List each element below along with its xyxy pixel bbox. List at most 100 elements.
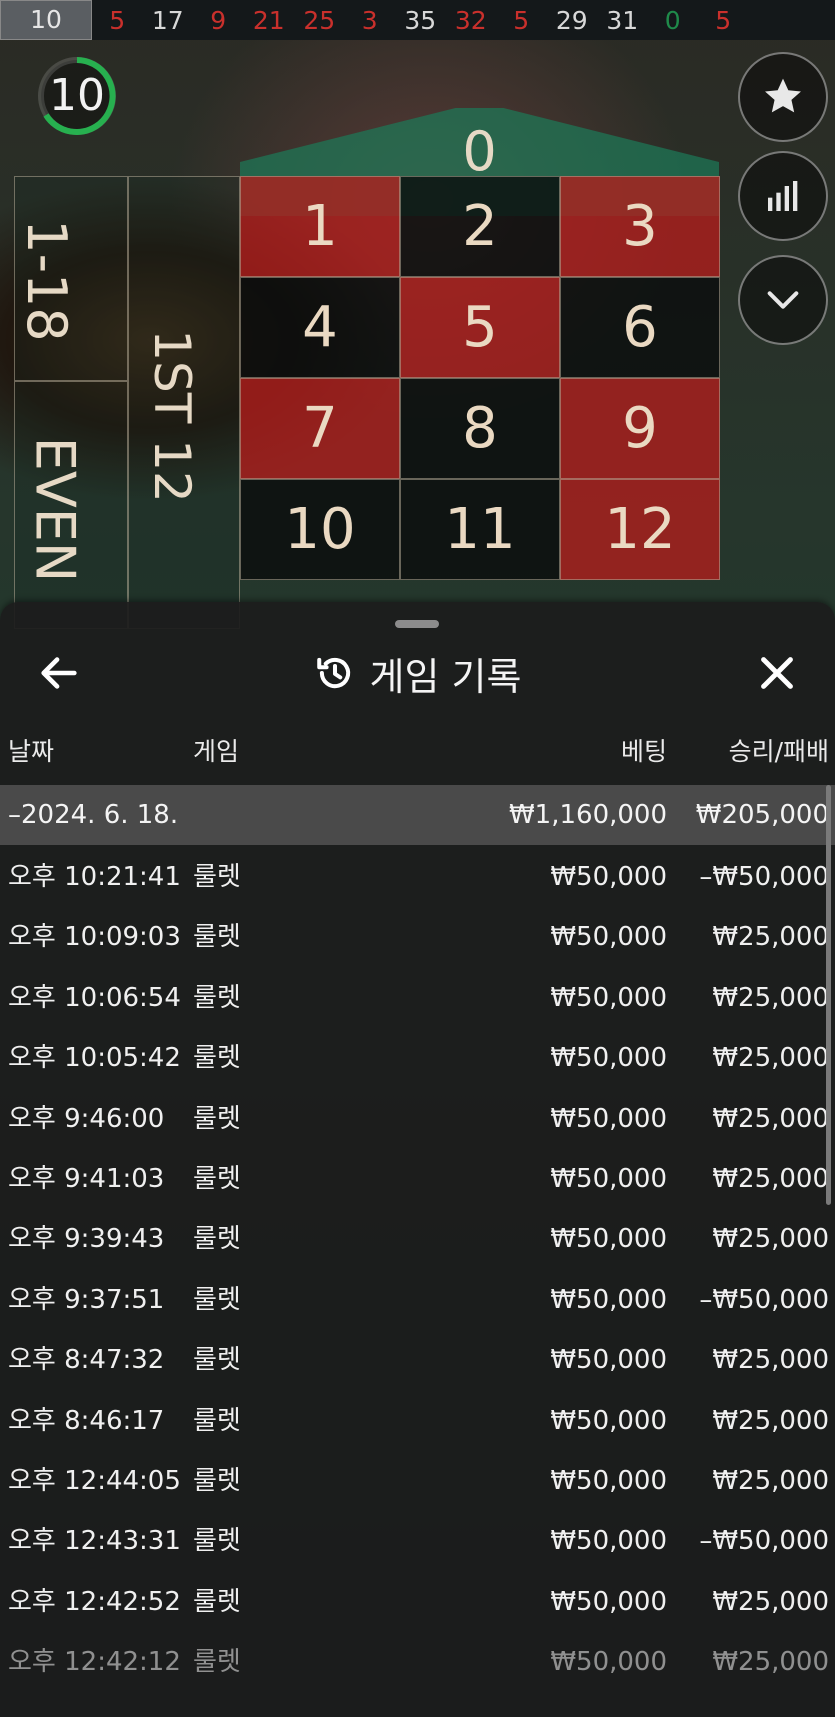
- recent-result: 25: [303, 5, 336, 35]
- row-time: 오후 10:21:41: [8, 862, 181, 892]
- row-bet: ₩50,000: [550, 1465, 667, 1496]
- history-row[interactable]: 오후 12:42:12 룰렛 ₩50,000 ₩25,000: [0, 1632, 835, 1692]
- row-result: –₩50,000: [699, 1526, 829, 1557]
- row-time: 오후 12:42:12: [8, 1647, 181, 1678]
- history-row[interactable]: 오후 12:44:05 룰렛 ₩50,000 ₩25,000: [0, 1451, 835, 1511]
- bet-spot-first-dozen-label: 1ST 12: [142, 329, 201, 503]
- recent-result: 17: [151, 5, 184, 35]
- close-button[interactable]: [754, 650, 800, 696]
- history-row[interactable]: 오후 10:09:03 룰렛 ₩50,000 ₩25,000: [0, 907, 835, 967]
- game-history-panel: 게임 기록 날짜 게임 베팅 승리/패배 –2024. 6. 18. ₩1,16…: [0, 602, 835, 1717]
- row-result: ₩25,000: [712, 922, 829, 953]
- recent-result: 32: [454, 5, 487, 35]
- collapse-button[interactable]: [738, 255, 828, 345]
- bet-spot-number[interactable]: 5: [400, 277, 560, 378]
- bet-spot-number[interactable]: 11: [400, 479, 560, 580]
- recent-result: 31: [606, 5, 639, 35]
- row-result: ₩25,000: [712, 1043, 829, 1074]
- history-row[interactable]: 오후 9:41:03 룰렛 ₩50,000 ₩25,000: [0, 1149, 835, 1209]
- history-row[interactable]: 오후 8:47:32 룰렛 ₩50,000 ₩25,000: [0, 1330, 835, 1390]
- row-result: ₩25,000: [712, 1163, 829, 1194]
- row-time: 오후 9:37:51: [8, 1284, 165, 1315]
- recent-results-bar: 10 5 17 9 21 25 3 35 32 5 29 31 0 5: [0, 0, 835, 40]
- table-header: 날짜 게임 베팅 승리/패배: [0, 732, 835, 772]
- bet-spot-number[interactable]: 2: [400, 176, 560, 277]
- recent-result: 5: [513, 5, 530, 35]
- bet-spot-first-dozen[interactable]: 1ST 12: [128, 176, 240, 629]
- recent-result: 29: [555, 5, 588, 35]
- row-bet: ₩50,000: [550, 1526, 667, 1557]
- bet-spot-even[interactable]: EVEN: [14, 381, 128, 629]
- history-row[interactable]: 오후 12:43:31 룰렛 ₩50,000 –₩50,000: [0, 1511, 835, 1571]
- timer-value: 10: [49, 70, 105, 121]
- recent-result: 9: [210, 5, 227, 35]
- date-group-result-total: ₩205,000: [695, 800, 829, 830]
- row-game: 룰렛: [193, 982, 241, 1013]
- column-game: 게임: [193, 737, 240, 766]
- history-row[interactable]: 오후 8:46:17 룰렛 ₩50,000 ₩25,000: [0, 1391, 835, 1451]
- bet-spot-number[interactable]: 8: [400, 378, 560, 479]
- row-bet: ₩50,000: [550, 862, 667, 892]
- history-row[interactable]: 오후 12:42:52 룰렛 ₩50,000 ₩25,000: [0, 1572, 835, 1632]
- row-game: 룰렛: [193, 1345, 241, 1376]
- bet-spot-number[interactable]: 7: [240, 378, 400, 479]
- row-game: 룰렛: [193, 1465, 241, 1496]
- bet-spot-number[interactable]: 6: [560, 277, 720, 378]
- history-row[interactable]: 오후 10:21:41 룰렛 ₩50,000 –₩50,000: [0, 847, 835, 907]
- recent-result: 35: [404, 5, 437, 35]
- row-result: ₩25,000: [712, 1103, 829, 1134]
- statistics-button[interactable]: [738, 151, 828, 241]
- row-game: 룰렛: [193, 922, 241, 953]
- bet-spot-number[interactable]: 12: [560, 479, 720, 580]
- row-result: ₩25,000: [712, 1586, 829, 1617]
- recent-result: 21: [252, 5, 285, 35]
- arrow-left-icon: [41, 657, 77, 689]
- row-time: 오후 10:09:03: [8, 922, 181, 953]
- row-time: 오후 10:05:42: [8, 1043, 181, 1074]
- row-bet: ₩50,000: [550, 1345, 667, 1376]
- row-bet: ₩50,000: [550, 1586, 667, 1617]
- drag-handle[interactable]: [395, 620, 439, 628]
- row-game: 룰렛: [193, 1163, 241, 1194]
- bet-spot-number[interactable]: 10: [240, 479, 400, 580]
- date-group-bet-total: ₩1,160,000: [508, 800, 667, 830]
- row-bet: ₩50,000: [550, 1043, 667, 1074]
- row-game: 룰렛: [193, 1103, 241, 1134]
- chevron-down-icon: [767, 291, 799, 309]
- recent-result: 10: [0, 0, 92, 40]
- row-game: 룰렛: [193, 1647, 241, 1678]
- row-time: 오후 10:06:54: [8, 982, 181, 1013]
- date-group-row[interactable]: –2024. 6. 18. ₩1,160,000 ₩205,000: [0, 785, 835, 845]
- bet-spot-number[interactable]: 1: [240, 176, 400, 277]
- row-bet: ₩50,000: [550, 982, 667, 1013]
- bet-spot-number[interactable]: 3: [560, 176, 720, 277]
- bet-spot-number[interactable]: 4: [240, 277, 400, 378]
- row-bet: ₩50,000: [550, 1103, 667, 1134]
- row-time: 오후 12:43:31: [8, 1526, 181, 1557]
- row-time: 오후 12:44:05: [8, 1465, 181, 1496]
- row-bet: ₩50,000: [550, 922, 667, 953]
- back-button[interactable]: [36, 650, 82, 696]
- history-row[interactable]: 오후 9:46:00 룰렛 ₩50,000 ₩25,000: [0, 1089, 835, 1149]
- history-row[interactable]: 오후 9:37:51 룰렛 ₩50,000 –₩50,000: [0, 1270, 835, 1330]
- bet-spot-number[interactable]: 9: [560, 378, 720, 479]
- history-row[interactable]: 오후 10:05:42 룰렛 ₩50,000 ₩25,000: [0, 1028, 835, 1088]
- row-bet: ₩50,000: [550, 1405, 667, 1436]
- history-row[interactable]: 오후 10:06:54 룰렛 ₩50,000 ₩25,000: [0, 968, 835, 1028]
- row-time: 오후 8:46:17: [8, 1405, 165, 1436]
- star-icon: [765, 78, 801, 113]
- history-row[interactable]: 오후 9:39:43 룰렛 ₩50,000 ₩25,000: [0, 1209, 835, 1269]
- panel-header: 게임 기록: [0, 642, 835, 704]
- bar-chart-icon: [768, 181, 798, 211]
- recent-result: 0: [664, 5, 681, 35]
- recent-result: 3: [361, 5, 378, 35]
- row-time: 오후 9:39:43: [8, 1224, 165, 1255]
- scrollbar[interactable]: [826, 785, 831, 1205]
- bet-spot-1-18-label: 1-18: [14, 219, 78, 342]
- row-time: 오후 8:47:32: [8, 1345, 165, 1376]
- row-bet: ₩50,000: [550, 1163, 667, 1194]
- bet-spot-1-18[interactable]: 1-18: [14, 176, 128, 381]
- recent-result: 5: [715, 5, 732, 35]
- row-result: ₩25,000: [712, 1405, 829, 1436]
- favorite-button[interactable]: [738, 52, 828, 142]
